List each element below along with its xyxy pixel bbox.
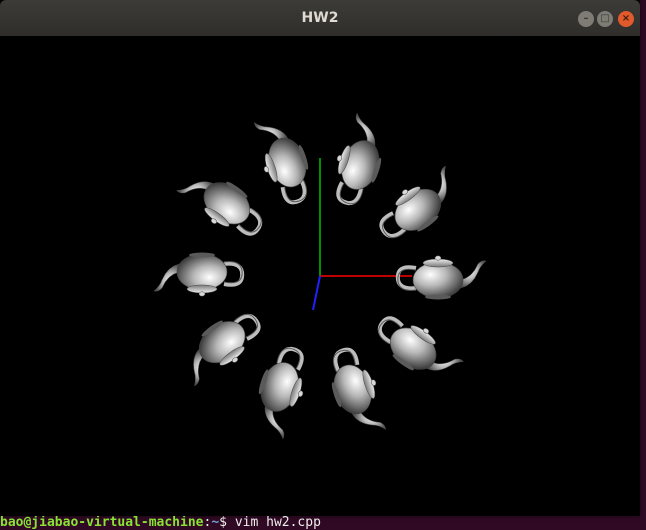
maximize-button[interactable]: □	[597, 11, 613, 27]
teapot	[319, 341, 393, 444]
terminal-prompt-line[interactable]: bao@jiabao-virtual-machine:~$ vim hw2.cp…	[0, 516, 646, 530]
z-axis-line	[312, 275, 321, 311]
teapot	[174, 159, 271, 246]
terminal-prompt-symbol: $	[219, 516, 235, 530]
hw2-window: HW2 – □ ×	[0, 0, 640, 516]
teapot	[172, 303, 269, 390]
opengl-canvas[interactable]	[0, 36, 640, 516]
teapot	[247, 108, 321, 211]
terminal-path: ~	[211, 516, 220, 530]
teapot	[152, 250, 245, 299]
teapot	[395, 253, 488, 302]
teapot	[369, 305, 466, 392]
terminal-command: vim hw2.cpp	[234, 516, 321, 530]
teapot	[371, 162, 468, 249]
teapot	[244, 340, 318, 443]
terminal-user-host: bao@jiabao-virtual-machine	[0, 516, 204, 530]
close-button[interactable]: ×	[618, 11, 634, 27]
teapot	[322, 109, 396, 212]
minimize-button[interactable]: –	[578, 11, 594, 27]
title-bar[interactable]: HW2 – □ ×	[0, 0, 640, 36]
window-title: HW2	[301, 10, 339, 26]
